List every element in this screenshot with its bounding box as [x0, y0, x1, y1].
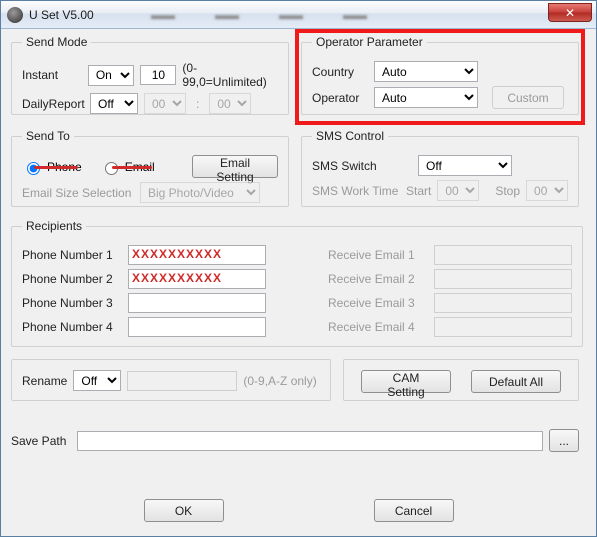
titlebar: U Set V5.00 ▬▬▬▬▬▬▬▬ ✕ [1, 1, 596, 29]
email1-label: Receive Email 1 [328, 248, 428, 262]
email3-label: Receive Email 3 [328, 296, 428, 310]
default-all-button[interactable]: Default All [471, 370, 561, 393]
browse-button[interactable]: ... [549, 429, 579, 452]
sms-start-select: 00 [437, 180, 479, 201]
operator-group: Operator Parameter Country Auto Operator… [301, 35, 579, 115]
cam-default-group: CAM Setting Default All [343, 359, 579, 401]
phone4-label: Phone Number 4 [22, 320, 122, 334]
email4-label: Receive Email 4 [328, 320, 428, 334]
country-label: Country [312, 65, 368, 79]
email2-label: Receive Email 2 [328, 272, 428, 286]
ok-button[interactable]: OK [144, 499, 224, 522]
email4-input [434, 317, 572, 337]
operator-legend: Operator Parameter [312, 35, 427, 49]
client-area: Send Mode Instant On (0-99,0=Unlimited) … [1, 29, 596, 536]
email-setting-button[interactable]: Email Setting [192, 155, 278, 178]
instant-hint: (0-99,0=Unlimited) [182, 61, 278, 89]
operator-label: Operator [312, 91, 368, 105]
email1-input [434, 245, 572, 265]
email3-input [434, 293, 572, 313]
phone-underline [34, 166, 78, 169]
sms-stop-label: Stop [495, 184, 520, 198]
window: U Set V5.00 ▬▬▬▬▬▬▬▬ ✕ Send Mode Instant… [0, 0, 597, 537]
instant-mode-select[interactable]: On [88, 65, 135, 86]
phone2-label: Phone Number 2 [22, 272, 122, 286]
dailyreport-label: DailyReport [22, 97, 84, 111]
email-size-select: Big Photo/Video [140, 182, 260, 203]
sms-switch-select[interactable]: Off [418, 155, 512, 176]
send-to-legend: Send To [22, 129, 74, 143]
app-icon [7, 7, 23, 23]
instant-count-input[interactable] [140, 65, 176, 85]
phone1-label: Phone Number 1 [22, 248, 122, 262]
operator-select[interactable]: Auto [374, 87, 478, 108]
dailyreport-minute-select: 00 [209, 93, 251, 114]
recipients-legend: Recipients [22, 219, 86, 233]
rename-mode-select[interactable]: Off [73, 370, 121, 391]
email-size-label: Email Size Selection [22, 186, 134, 200]
close-icon: ✕ [565, 6, 575, 20]
custom-button: Custom [492, 86, 564, 109]
sms-switch-label: SMS Switch [312, 159, 412, 173]
cancel-button[interactable]: Cancel [374, 499, 454, 522]
sms-worktime-label: SMS Work Time [312, 184, 400, 198]
save-path-row: Save Path ... [11, 429, 579, 452]
dailyreport-hour-select: 00 [144, 93, 186, 114]
rename-group: Rename Off (0-9,A-Z only) [11, 359, 331, 401]
phone4-input[interactable] [128, 317, 266, 337]
window-title: U Set V5.00 [29, 8, 94, 22]
save-path-label: Save Path [11, 434, 71, 448]
phone3-label: Phone Number 3 [22, 296, 122, 310]
recipients-group: Recipients Phone Number 1 XXXXXXXXXX Rec… [11, 219, 583, 347]
footer-buttons: OK Cancel [1, 499, 596, 522]
phone1-mask: XXXXXXXXXX [132, 247, 222, 261]
rename-hint: (0-9,A-Z only) [243, 374, 316, 388]
rename-label: Rename [22, 374, 67, 388]
country-select[interactable]: Auto [374, 61, 478, 82]
sms-stop-select: 00 [526, 180, 568, 201]
titlebar-background-text: ▬▬▬▬▬▬▬▬ [131, 1, 541, 28]
send-mode-group: Send Mode Instant On (0-99,0=Unlimited) … [11, 35, 289, 115]
send-mode-legend: Send Mode [22, 35, 91, 49]
phone3-input[interactable] [128, 293, 266, 313]
email2-input [434, 269, 572, 289]
phone2-mask: XXXXXXXXXX [132, 271, 222, 285]
save-path-input[interactable] [77, 431, 543, 451]
time-colon: : [192, 97, 203, 111]
cam-setting-button[interactable]: CAM Setting [361, 370, 451, 393]
dailyreport-mode-select[interactable]: Off [90, 93, 138, 114]
rename-input [127, 371, 237, 391]
instant-label: Instant [22, 68, 82, 82]
sms-start-label: Start [406, 184, 431, 198]
close-button[interactable]: ✕ [548, 3, 592, 22]
sms-group: SMS Control SMS Switch Off SMS Work Time… [301, 129, 579, 207]
sms-legend: SMS Control [312, 129, 388, 143]
email-underline [112, 166, 152, 169]
